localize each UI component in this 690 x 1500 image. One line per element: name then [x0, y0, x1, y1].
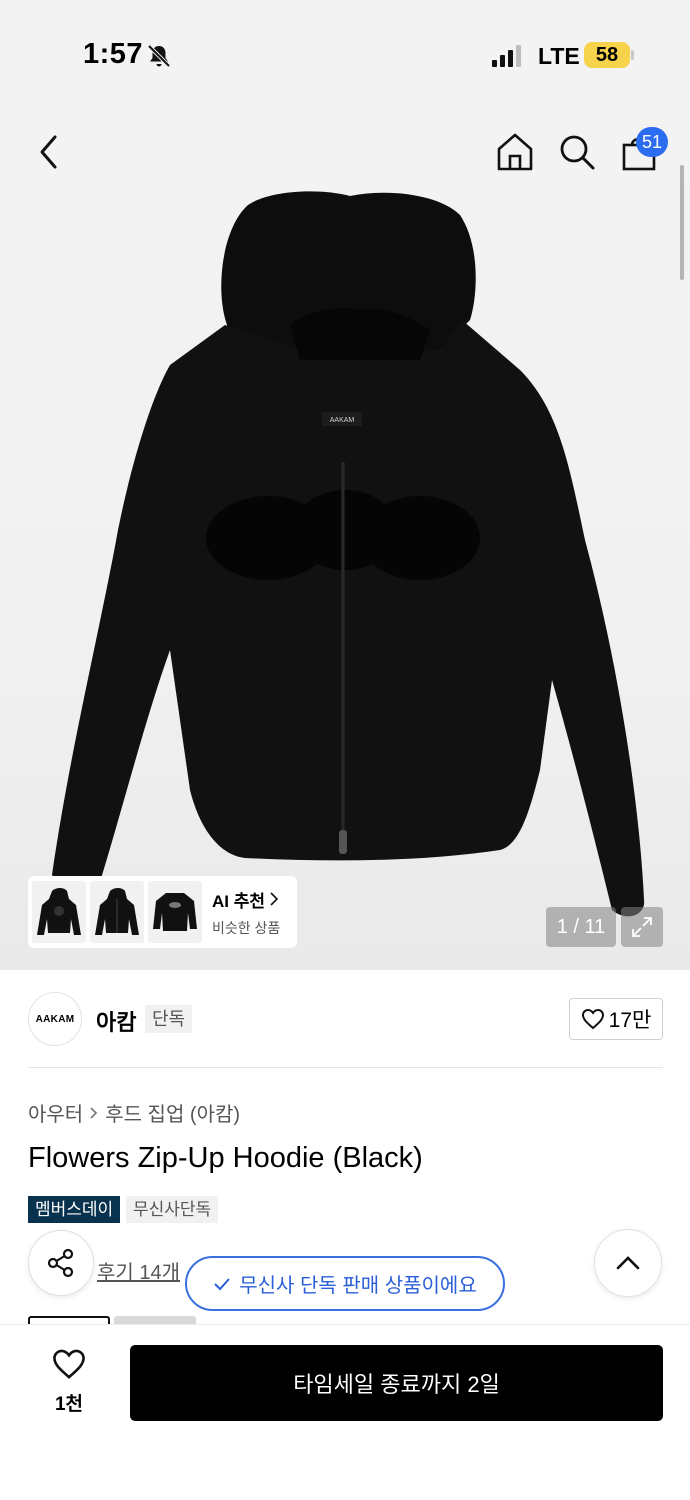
cart-count-badge: 51: [636, 127, 668, 157]
heart-icon: [581, 1008, 604, 1030]
brand-logo[interactable]: AAKAM: [28, 992, 82, 1046]
exclusive-tag: 무신사단독: [126, 1196, 219, 1223]
status-time: 1:57: [83, 38, 144, 70]
scroll-top-button[interactable]: [594, 1229, 662, 1297]
review-link[interactable]: 후기 14개: [97, 1256, 180, 1285]
chevron-right-icon: [90, 1106, 98, 1119]
share-button[interactable]: [28, 1230, 94, 1296]
hoodie-thumb-icon: [95, 888, 139, 935]
breadcrumb-subcategory[interactable]: 후드 집업 (아캄): [105, 1098, 240, 1127]
recommend-thumb-3[interactable]: [148, 881, 202, 943]
wishlist-button[interactable]: 1천: [40, 1348, 98, 1416]
signal-icon: [492, 45, 521, 67]
breadcrumb-category[interactable]: 아우터: [28, 1098, 83, 1127]
membersday-tag: 멤버스데이: [28, 1196, 121, 1223]
ai-recommend-card[interactable]: AI 추천 비슷한 상품: [28, 876, 297, 948]
expand-button[interactable]: [621, 907, 663, 947]
battery-tip: [631, 50, 634, 60]
sweatshirt-thumb-icon: [153, 893, 197, 931]
expand-icon: [632, 917, 652, 937]
recommend-thumb-1[interactable]: [32, 881, 86, 943]
brand-like-count: 17만: [608, 1009, 652, 1032]
home-icon: [497, 133, 533, 171]
heart-icon: [53, 1349, 85, 1379]
hoodie-thumb-icon: [37, 888, 81, 935]
recommend-thumb-2[interactable]: [90, 881, 144, 943]
back-button[interactable]: [28, 130, 68, 174]
ai-recommend-title[interactable]: AI 추천: [212, 887, 280, 912]
toast-message: 무신사 단독 판매 상품이에요: [239, 1275, 477, 1297]
chevron-left-icon: [40, 135, 57, 169]
check-icon: [214, 1277, 230, 1290]
search-button[interactable]: [556, 130, 598, 174]
brand-like-button[interactable]: 17만: [569, 998, 663, 1040]
product-image[interactable]: AAKAM: [0, 110, 690, 970]
battery-level: 58: [584, 42, 630, 68]
product-title: Flowers Zip-Up Hoodie (Black): [28, 1142, 423, 1174]
product-gallery[interactable]: AAKAM 51 AI 추천 비슷한 상품 1 / 11: [0, 110, 690, 970]
image-counter: 1 / 11: [546, 907, 616, 947]
chevron-right-icon: [270, 892, 279, 906]
wishlist-count: 1천: [54, 1394, 84, 1415]
brand-exclusive-tag: 단독: [145, 1005, 193, 1033]
exclusive-toast: 무신사 단독 판매 상품이에요: [185, 1256, 505, 1311]
home-button[interactable]: [494, 130, 536, 174]
ai-recommend-subtitle: 비슷한 상품: [212, 919, 281, 936]
buy-button[interactable]: 타임세일 종료까지 2일: [130, 1345, 663, 1421]
chevron-up-icon: [616, 1256, 640, 1270]
hoodie-label: AAKAM: [330, 417, 355, 424]
share-icon: [47, 1248, 74, 1278]
network-type: LTE: [538, 43, 580, 69]
search-icon: [560, 135, 595, 170]
scrollbar[interactable]: [680, 165, 684, 280]
status-bar: 1:57 LTE 58: [0, 0, 690, 110]
bell-off-icon: [147, 44, 171, 68]
brand-name[interactable]: 아캄: [96, 1005, 136, 1037]
divider: [28, 1067, 663, 1068]
breadcrumb: 아우터 후드 집업 (아캄): [28, 1098, 240, 1127]
